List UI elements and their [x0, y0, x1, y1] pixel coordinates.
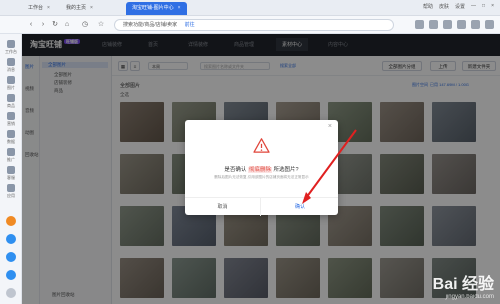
location-icon	[7, 148, 15, 156]
tab-label: 淘宝旺铺-图片中心	[132, 5, 174, 11]
forward-icon[interactable]: ›	[38, 20, 48, 30]
dock-goods[interactable]: 商品	[3, 94, 19, 109]
warning-icon	[253, 138, 270, 153]
message-prefix: 是否确认	[224, 167, 247, 173]
dock-label: 推广	[7, 157, 15, 162]
headset-icon	[7, 166, 15, 174]
minimize-icon[interactable]: —	[471, 3, 476, 10]
dialog-subtext: 删除后图片无法恢复,引用该图片的店铺页面将无法正常显示	[214, 175, 309, 179]
browser-navbar: ‹ › ↻ ⌂ ◷ ☆ 搜索功能/商品/店铺/卖家 前往	[0, 16, 500, 34]
menu-icon[interactable]	[485, 20, 494, 29]
grid-icon[interactable]	[457, 20, 466, 29]
shield-icon[interactable]	[443, 20, 452, 29]
delete-confirm-dialog: × 是否确认 彻底删除 所选图片? 删除后图片无法恢复,引用该图片的店铺页面将无…	[185, 120, 338, 216]
globe-icon[interactable]	[6, 270, 16, 280]
message-suffix: 所选图片?	[273, 167, 299, 173]
settings-link[interactable]: 设置	[455, 3, 465, 10]
toolbar-icons	[415, 20, 494, 29]
star-icon[interactable]: ☆	[96, 20, 106, 30]
user-icon[interactable]	[471, 20, 480, 29]
close-icon[interactable]: ×	[47, 5, 50, 11]
back-icon[interactable]: ‹	[26, 20, 36, 30]
maximize-icon[interactable]: □	[482, 3, 485, 10]
dock-marketing[interactable]: 营销	[3, 112, 19, 127]
skin-link[interactable]: 皮肤	[439, 3, 449, 10]
window-actions: 帮助 皮肤 设置 — □ ×	[423, 3, 494, 10]
help-link[interactable]: 帮助	[423, 3, 433, 10]
home-icon[interactable]: ⌂	[62, 20, 72, 30]
watermark-text: Bai 经验	[432, 276, 494, 293]
address-bar[interactable]: 搜索功能/商品/店铺/卖家 前往	[114, 19, 394, 31]
dock-label: 工作台	[5, 49, 17, 54]
close-icon[interactable]: ×	[328, 123, 332, 130]
dock-message[interactable]: 消息	[3, 58, 19, 73]
chat-icon[interactable]	[6, 234, 16, 244]
dock-label: 商品	[7, 103, 15, 108]
bell-icon[interactable]	[6, 252, 16, 262]
dock-service[interactable]: 客服	[3, 166, 19, 181]
tab-label: 我的主页	[66, 5, 87, 11]
dock-label: 图片	[7, 85, 15, 90]
dock-workbench[interactable]: 工作台	[3, 40, 19, 55]
download-icon[interactable]	[429, 20, 438, 29]
history-icon[interactable]: ◷	[80, 20, 90, 30]
fire-icon[interactable]	[6, 216, 16, 226]
dock-image[interactable]: 图片	[3, 76, 19, 91]
cancel-button[interactable]: 取消	[185, 198, 261, 216]
tab-home[interactable]: 我的主页 ×	[60, 2, 99, 15]
workbench-icon	[7, 40, 15, 48]
megaphone-icon	[7, 112, 15, 120]
message-highlight: 彻底删除	[247, 167, 272, 173]
close-icon[interactable]: ×	[90, 5, 93, 11]
tab-workbench[interactable]: 工作台 ×	[22, 2, 56, 15]
dock-promote[interactable]: 推广	[3, 148, 19, 163]
dock-label: 应用	[7, 193, 15, 198]
watermark: Bai 经验 jingyan.baidu.com	[433, 270, 494, 300]
tab-image-center[interactable]: 淘宝旺铺-图片中心 ×	[126, 2, 187, 15]
dock-apps[interactable]: 应用	[3, 184, 19, 199]
go-button[interactable]: 前往	[185, 22, 195, 28]
dock-label: 营销	[7, 121, 15, 126]
apps-icon	[7, 184, 15, 192]
dialog-message: 是否确认 彻底删除 所选图片?	[185, 165, 338, 173]
message-icon	[7, 58, 15, 66]
tab-label: 工作台	[28, 5, 44, 11]
address-text: 搜索功能/商品/店铺/卖家	[123, 22, 178, 28]
image-icon	[7, 76, 15, 84]
close-icon[interactable]: ×	[178, 5, 181, 11]
close-window-icon[interactable]: ×	[491, 3, 494, 10]
settings-icon[interactable]	[6, 288, 16, 298]
watermark-url: jingyan.baidu.com	[445, 294, 494, 300]
refresh-icon[interactable]: ↻	[50, 20, 60, 30]
dock-label: 客服	[7, 175, 15, 180]
dock-data[interactable]: 数据	[3, 130, 19, 145]
left-dock: 工作台 消息 图片 商品 营销 数据 推广 客服 应用	[0, 34, 22, 304]
extension-icon[interactable]	[415, 20, 424, 29]
chart-icon	[7, 130, 15, 138]
dialog-actions: 取消 确认	[185, 197, 338, 216]
browser-tabbar: 工作台 × 我的主页 × 淘宝旺铺-图片中心 × 帮助 皮肤 设置 — □ ×	[0, 0, 500, 16]
dock-label: 数据	[7, 139, 15, 144]
dock-label: 消息	[7, 67, 15, 72]
goods-icon	[7, 94, 15, 102]
confirm-button[interactable]: 确认	[262, 198, 338, 216]
